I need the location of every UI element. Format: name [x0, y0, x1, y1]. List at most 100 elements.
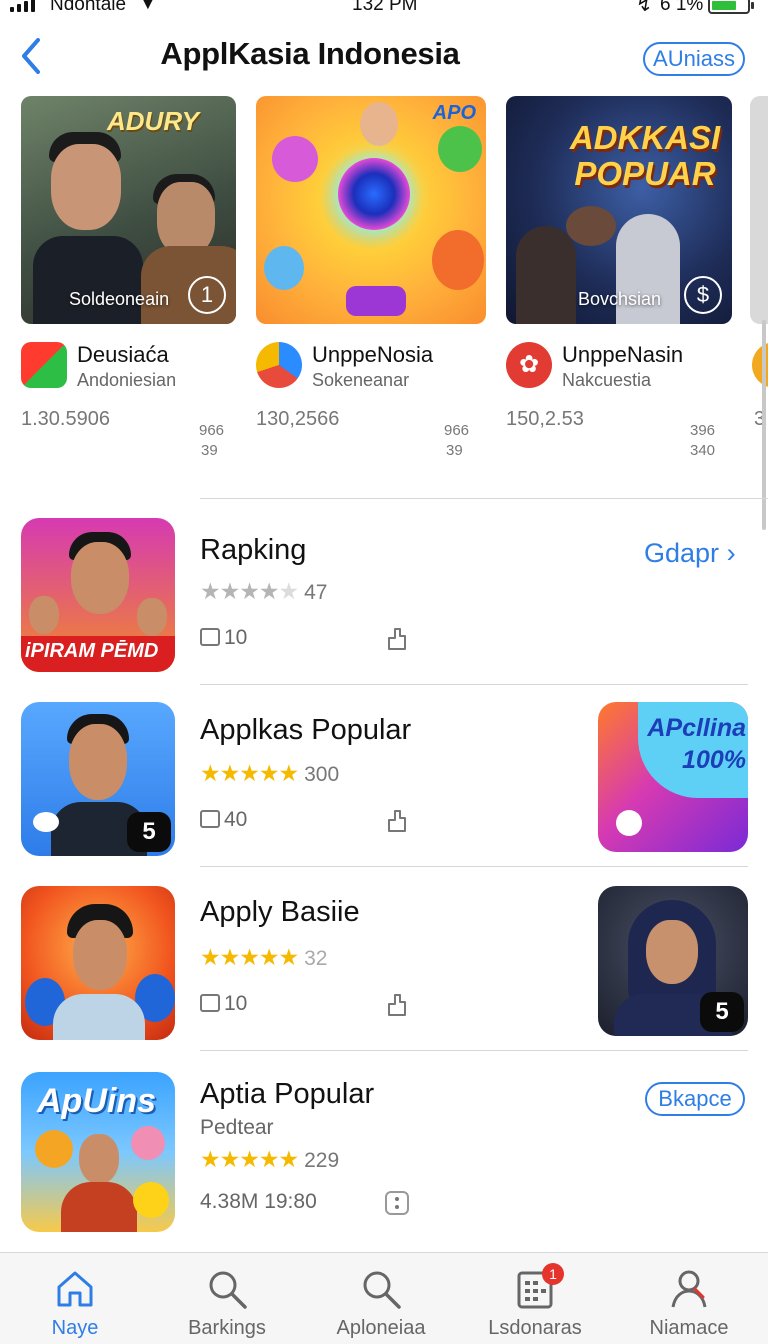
tab-profile[interactable]: Niamace — [614, 1253, 764, 1344]
monster-figure — [272, 136, 318, 182]
charging-icon: ↯ — [636, 0, 652, 16]
tab-label: Lsdonaras — [488, 1317, 582, 1339]
tab-apps[interactable]: Aploneiaa — [306, 1253, 456, 1344]
rating-count: 300 — [304, 763, 340, 786]
coin — [133, 1182, 169, 1218]
featured-info-1[interactable]: Deusiaća Andoniesian 1.30.5906 966 39 — [21, 340, 236, 460]
featured-card-1[interactable]: ADURY Soldeoneain 1 — [21, 96, 236, 324]
bag-count: 10 — [200, 992, 247, 1016]
featured-info-2[interactable]: UnppeNosia Sokeneanar 130,2566 966 39 — [256, 340, 486, 460]
card-brand-text: ADURY — [107, 106, 199, 136]
app-subtitle: Andoniesian — [77, 370, 177, 390]
monster-figure — [35, 1130, 73, 1168]
person-suit — [53, 994, 145, 1040]
app-artwork — [21, 886, 175, 1040]
monster-figure — [131, 1126, 165, 1160]
card-price-badge: $ — [684, 276, 722, 314]
card-brand-text: APO — [432, 102, 476, 124]
chevron-right-icon: › — [726, 538, 736, 568]
size-and-time: 4.38M 19:80 — [200, 1190, 317, 1213]
list-item[interactable]: iPIRAM PĒMD Rapking ★★★★★ 47 10 Gdapr › — [0, 518, 768, 676]
bag-icon — [200, 810, 220, 828]
app-name: Rapking — [200, 534, 307, 566]
list-item[interactable]: 5 Applkas Popular ★★★★★ 300 40 APcllina 1… — [0, 702, 768, 860]
rating-count: 32 — [304, 947, 328, 970]
battery-icon — [708, 0, 754, 14]
artwork-label: ApUins — [37, 1082, 156, 1120]
bag-count-value: 40 — [224, 808, 248, 831]
person-face — [79, 1134, 119, 1184]
featured-card-4-partial[interactable] — [750, 96, 768, 324]
app-icon — [21, 342, 67, 388]
dot — [616, 810, 642, 836]
divider — [200, 498, 768, 499]
tab-label: Naye — [51, 1317, 99, 1339]
app-artwork: 5 — [21, 702, 175, 856]
artwork-label: iPIRAM PĒMD — [25, 640, 159, 662]
app-name: Apply Basiie — [200, 896, 360, 928]
tab-bar: Naye Barkings Aploneiaa 1 Lsdonaras Niam… — [0, 1252, 768, 1344]
person-face — [137, 598, 167, 636]
person-face — [646, 920, 698, 984]
featured-info-3[interactable]: ✿ UnppeNasin Nakcuestia 150,2.53 396 340 — [506, 340, 732, 460]
get-button[interactable]: Gdapr › — [644, 538, 736, 569]
person-face — [71, 542, 129, 614]
app-subtitle: Pedtear — [200, 1116, 274, 1139]
get-button-label: Gdapr — [644, 538, 720, 568]
download-count: 130,2566 — [256, 408, 340, 430]
stat-b: 340 — [690, 442, 716, 459]
person-face — [73, 920, 127, 990]
notification-badge: 1 — [542, 1263, 564, 1285]
card-rank-badge: 1 — [188, 276, 226, 314]
star-rating: ★★★★★ 300 — [200, 760, 340, 786]
share-icon[interactable] — [384, 626, 410, 652]
figure-silhouette — [516, 226, 576, 324]
center-orb — [338, 158, 410, 230]
person-suit — [33, 236, 143, 324]
featured-card-2[interactable]: APO — [256, 96, 486, 324]
card-brand-text: ADKKASI POPUAR — [569, 119, 721, 192]
get-button[interactable]: Bkapce — [645, 1082, 745, 1116]
bag-count-value: 10 — [224, 626, 248, 649]
monster-figure — [438, 126, 482, 172]
monster-figure — [432, 230, 484, 290]
app-name: UnppeNasin — [562, 342, 684, 367]
list-item[interactable]: Apply Basiie ★★★★★ 32 10 5 — [0, 886, 768, 1044]
tab-home[interactable]: Naye — [0, 1253, 150, 1344]
tab-rankings[interactable]: Barkings — [152, 1253, 302, 1344]
share-icon[interactable] — [384, 808, 410, 834]
carrier-name: Ndontale — [50, 0, 127, 15]
more-icon[interactable] — [384, 1190, 410, 1216]
app-artwork: iPIRAM PĒMD — [21, 518, 175, 672]
home-icon — [57, 1271, 93, 1307]
person-face — [157, 182, 215, 256]
bag-count: 40 — [200, 808, 247, 832]
promo-artwork[interactable]: APcllina 100% — [598, 702, 748, 852]
tab-lists[interactable]: 1 Lsdonaras — [460, 1253, 610, 1344]
featured-card-3[interactable]: ADKKASI POPUAR Bovchsian $ — [506, 96, 732, 324]
share-icon[interactable] — [384, 992, 410, 1018]
bag-count: 10 — [200, 626, 247, 650]
bag-icon — [200, 628, 220, 646]
wifi-icon: ▼ — [138, 0, 158, 14]
header-action-button[interactable]: AUniass — [643, 42, 745, 76]
app-artwork: ApUins — [21, 1072, 175, 1232]
person-face — [29, 596, 59, 634]
star-rating: ★★★★★ 47 — [200, 578, 328, 604]
card-caption: Bovchsian — [578, 289, 662, 309]
battery-percent: 6 1% — [660, 0, 704, 15]
bag-count-value: 10 — [224, 992, 248, 1015]
app-name: Aptia Popular — [200, 1078, 375, 1110]
rank-badge: 5 — [127, 812, 171, 852]
app-subtitle: Nakcuestia — [562, 370, 652, 390]
signal-icon — [10, 0, 35, 12]
list-item[interactable]: ApUins Aptia Popular Pedtear ★★★★★ 229 4.… — [0, 1072, 768, 1242]
divider — [200, 684, 748, 685]
bag-icon — [200, 994, 220, 1012]
monster-figure — [264, 246, 304, 290]
stat-a: 966 — [199, 422, 225, 439]
stat-b: 39 — [201, 442, 218, 459]
status-time: 132 PM — [352, 0, 418, 15]
promo-artwork[interactable]: 5 — [598, 886, 748, 1036]
promo-label: APcllina 100% — [647, 714, 746, 774]
